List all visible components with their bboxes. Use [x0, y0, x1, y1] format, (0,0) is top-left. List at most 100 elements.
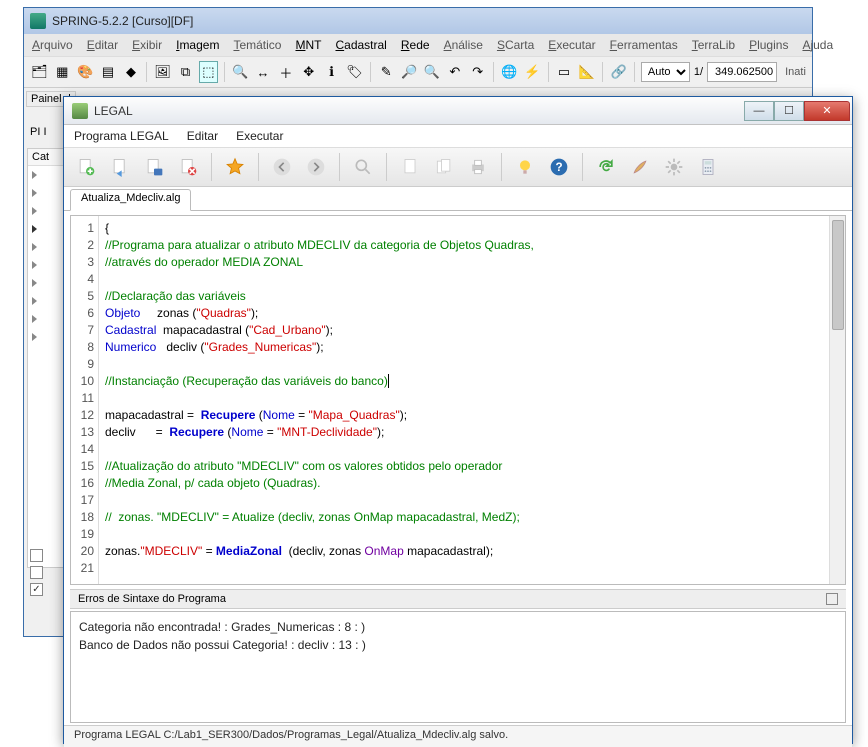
tb-link-icon[interactable]: 🔗 [609, 61, 628, 83]
menu-ferramentas[interactable]: Ferramentas [610, 38, 678, 52]
tb-pencil-icon[interactable]: ✎ [377, 61, 396, 83]
maximize-button[interactable]: ☐ [774, 101, 804, 121]
tb-table-icon[interactable]: ▤ [99, 61, 118, 83]
tb-tag-icon[interactable]: 🏷 [345, 61, 364, 83]
menu-executar[interactable]: Executar [548, 38, 595, 52]
menu-executar[interactable]: Executar [236, 129, 283, 143]
tb-info-icon[interactable]: ℹ [322, 61, 341, 83]
vertical-scrollbar[interactable] [829, 216, 845, 584]
scroll-thumb[interactable] [832, 220, 844, 330]
new-file-icon[interactable] [72, 153, 100, 181]
tree-item[interactable] [28, 166, 66, 184]
tree-item[interactable] [28, 328, 66, 346]
errors-panel: Categoria não encontrada! : Grades_Numer… [70, 611, 846, 723]
menu-plugins[interactable]: Plugins [749, 38, 788, 52]
toolbar-separator [602, 62, 603, 82]
legal-menubar: Programa LEGAL Editar Executar [64, 125, 852, 147]
tree-item[interactable] [28, 184, 66, 202]
tb-layers-icon[interactable]: 🗂 [30, 61, 49, 83]
tb-world-icon[interactable]: 🌐 [500, 61, 519, 83]
legal-window: LEGAL — ☐ ✕ Programa LEGAL Editar Executar… [63, 96, 853, 744]
tree-item[interactable] [28, 220, 66, 238]
forward-icon[interactable] [302, 153, 330, 181]
menu-ajuda[interactable]: Ajuda [802, 38, 833, 52]
tb-move-icon[interactable]: ✥ [299, 61, 318, 83]
menu-mnt[interactable]: MNT [295, 38, 321, 52]
toolbar-separator [146, 62, 147, 82]
page-icon[interactable] [396, 153, 424, 181]
spring-titlebar[interactable]: SPRING-5.2.2 [Curso][DF] [24, 8, 812, 34]
menu-análise[interactable]: Análise [444, 38, 483, 52]
svg-text:?: ? [555, 161, 562, 174]
code-editor[interactable]: 123456789101112131415161718192021 {//Pro… [70, 215, 846, 585]
tb-copy-icon[interactable]: ⧉ [176, 61, 195, 83]
error-line[interactable]: Categoria não encontrada! : Grades_Numer… [79, 618, 837, 636]
help-icon[interactable]: ? [545, 153, 573, 181]
menu-exibir[interactable]: Exibir [132, 38, 162, 52]
menu-editar[interactable]: Editar [87, 38, 118, 52]
menu-imagem[interactable]: Imagem [176, 38, 219, 52]
menu-scarta[interactable]: SCarta [497, 38, 534, 52]
spring-menubar: Arquivo Editar Exibir Imagem Temático MNT Cada… [24, 34, 812, 56]
legal-titlebar[interactable]: LEGAL — ☐ ✕ [64, 97, 852, 125]
dock-icon[interactable] [826, 593, 838, 605]
tb-zoomminus-icon[interactable]: 🔍 [423, 61, 442, 83]
close-file-icon[interactable] [174, 153, 202, 181]
menu-terralib[interactable]: TerraLib [692, 38, 735, 52]
pages-icon[interactable] [430, 153, 458, 181]
tb-palette-icon[interactable]: 🎨 [76, 61, 95, 83]
code-area[interactable]: {//Programa para atualizar o atributo MD… [99, 216, 845, 584]
tb-screen-icon[interactable]: ▭ [555, 61, 574, 83]
tb-zoomout-icon[interactable]: 🔍 [231, 61, 250, 83]
tb-redo-icon[interactable]: ↷ [468, 61, 487, 83]
error-line[interactable]: Banco de Dados não possui Categoria! : d… [79, 636, 837, 654]
tree-item[interactable] [28, 202, 66, 220]
gear-icon[interactable] [660, 153, 688, 181]
categories-tab[interactable]: Cat [28, 149, 66, 166]
toolbar-separator [211, 153, 212, 181]
tree-item[interactable] [28, 256, 66, 274]
tb-undo-icon[interactable]: ↶ [445, 61, 464, 83]
back-icon[interactable] [268, 153, 296, 181]
tb-select-icon[interactable]: ⬚ [199, 61, 218, 83]
minimize-button[interactable]: — [744, 101, 774, 121]
menu-arquivo[interactable]: Arquivo [32, 38, 73, 52]
refresh-icon[interactable] [592, 153, 620, 181]
expand-icon [32, 297, 37, 305]
tree-item[interactable] [28, 274, 66, 292]
save-icon[interactable] [140, 153, 168, 181]
tb-flash-icon[interactable]: ⚡ [523, 61, 542, 83]
menu-cadastral[interactable]: Cadastral [335, 38, 386, 52]
tb-image-icon[interactable]: 🖼 [153, 61, 172, 83]
open-icon[interactable] [106, 153, 134, 181]
left-panel: Cat [27, 148, 67, 568]
tb-grid-icon[interactable]: ▦ [53, 61, 72, 83]
toolbar-separator [582, 153, 583, 181]
tb-measure-icon[interactable]: 📐 [577, 61, 596, 83]
calc-icon[interactable] [694, 153, 722, 181]
tb-zoomin-icon[interactable]: 🔎 [400, 61, 419, 83]
checkbox[interactable] [30, 566, 43, 579]
bulb-icon[interactable] [511, 153, 539, 181]
scale-input[interactable] [707, 62, 777, 82]
menu-editar[interactable]: Editar [187, 129, 218, 143]
tb-shape-icon[interactable]: ◆ [122, 61, 141, 83]
zoom-mode-select[interactable]: Auto [641, 62, 690, 82]
menu-programa-legal[interactable]: Programa LEGAL [74, 129, 169, 143]
checkbox-checked[interactable]: ✓ [30, 583, 43, 596]
menu-rede[interactable]: Rede [401, 38, 430, 52]
brush-icon[interactable] [626, 153, 654, 181]
tb-pan-icon[interactable]: ↔ [254, 61, 273, 83]
zoom-fit-icon[interactable] [349, 153, 377, 181]
tree-item[interactable] [28, 310, 66, 328]
errors-panel-title[interactable]: Erros de Sintaxe do Programa [70, 589, 846, 609]
menu-temático[interactable]: Temático [233, 38, 281, 52]
close-button[interactable]: ✕ [804, 101, 850, 121]
file-tab[interactable]: Atualiza_Mdecliv.alg [70, 189, 191, 211]
tree-item[interactable] [28, 292, 66, 310]
print-icon[interactable] [464, 153, 492, 181]
star-icon[interactable] [221, 153, 249, 181]
checkbox[interactable] [30, 549, 43, 562]
tb-cross-icon[interactable]: ＋ [276, 61, 295, 83]
tree-item[interactable] [28, 238, 66, 256]
